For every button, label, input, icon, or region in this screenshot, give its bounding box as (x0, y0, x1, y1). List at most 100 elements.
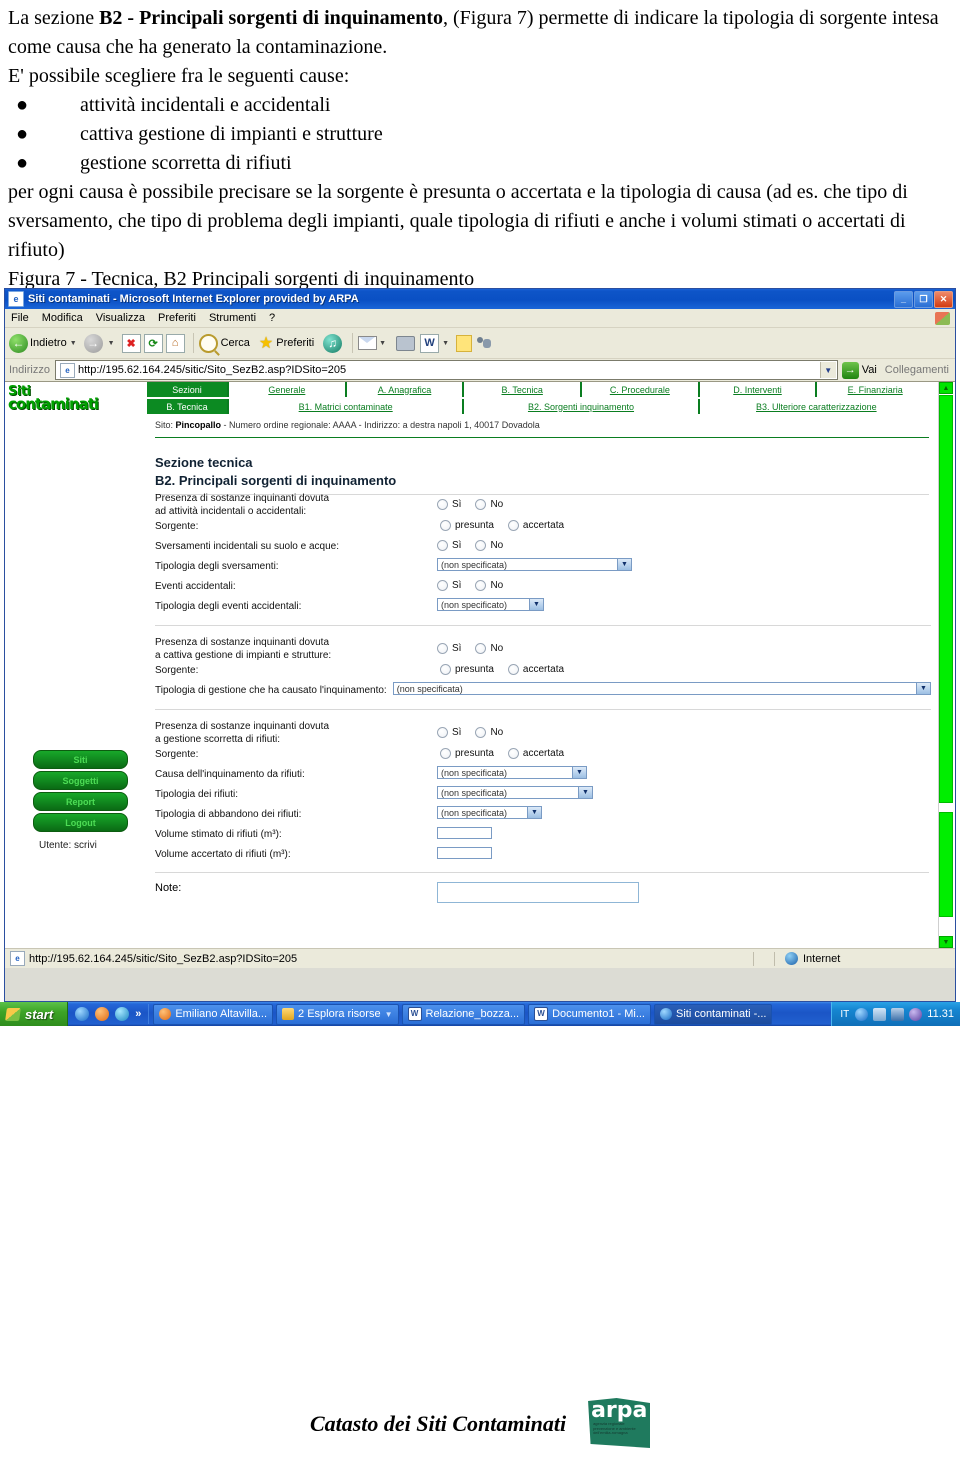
forward-button[interactable]: → (83, 333, 105, 353)
tab-interventi[interactable]: D. Interventi (699, 382, 816, 397)
messenger-icon[interactable] (476, 336, 493, 350)
menu-visualizza[interactable]: Visualizza (96, 312, 145, 324)
tab-b2-sorgenti[interactable]: B2. Sorgenti inquinamento (464, 399, 698, 414)
tray-clock[interactable]: 11.31 (927, 1008, 954, 1020)
select-abandon-type[interactable]: (non specificata) ▼ (437, 806, 542, 819)
refresh-icon[interactable]: ⟳ (143, 333, 163, 353)
scrollbar-thumb[interactable] (939, 395, 953, 803)
taskbar-item-active[interactable]: Siti contaminati -... (653, 1003, 773, 1025)
tray-shield-icon[interactable] (855, 1007, 869, 1021)
minimize-button[interactable]: _ (894, 290, 913, 308)
tab-finanziaria[interactable]: E. Finanziaria (817, 382, 934, 397)
taskbar-group-arrow-icon[interactable]: ▼ (385, 1010, 393, 1019)
select-spill-type[interactable]: (non specificata) ▼ (437, 558, 632, 571)
radio-source1-accertata[interactable] (507, 520, 519, 531)
quick-launch-media-icon[interactable] (115, 1007, 130, 1021)
taskbar-item[interactable]: Emiliano Altavilla... (153, 1003, 274, 1025)
notes-icon[interactable] (456, 334, 473, 352)
quick-launch-ie-icon[interactable] (75, 1007, 90, 1021)
radio-spills-no[interactable] (475, 540, 487, 551)
radio-spills-yes[interactable] (437, 540, 448, 551)
taskbar-item[interactable]: 2 Esplora risorse ▼ (276, 1003, 399, 1025)
radio-source2-presunta[interactable] (440, 664, 451, 675)
home-icon[interactable]: ⌂ (165, 333, 185, 353)
input-volume-ascertained[interactable] (437, 847, 492, 859)
tab-generale[interactable]: Generale (229, 382, 345, 397)
mail-dropdown-icon[interactable]: ▼ (379, 340, 386, 347)
tab-b3-caratterizzazione[interactable]: B3. Ulteriore caratterizzazione (699, 399, 933, 414)
input-note[interactable] (437, 882, 639, 903)
select-waste-type-value: (non specificata) (441, 787, 508, 798)
taskbar-item[interactable]: W Documento1 - Mi... (528, 1003, 651, 1025)
tray-antivirus-icon[interactable] (909, 1007, 923, 1021)
links-label[interactable]: Collegamenti (885, 364, 949, 376)
scroll-down-arrow-icon[interactable]: ▼ (939, 936, 953, 948)
taskbar-item[interactable]: W Relazione_bozza... (401, 1003, 526, 1025)
radio-source3-accertata[interactable] (507, 748, 519, 759)
page-scrollbar[interactable]: ▲ ▼ (938, 382, 953, 948)
select-waste-type[interactable]: (non specificata) ▼ (437, 786, 593, 799)
favorites-button[interactable]: ★ Preferiti (259, 333, 314, 353)
label-presence1-line1: Presenza di sostanze inquinanti dovuta (155, 493, 330, 504)
start-button[interactable]: start (0, 1002, 69, 1026)
close-button[interactable]: ✕ (934, 290, 953, 308)
edit-dropdown-icon[interactable]: ▼ (442, 340, 449, 347)
chevron-down-icon[interactable]: ▼ (529, 599, 543, 610)
back-dropdown-icon[interactable]: ▼ (70, 340, 77, 347)
go-label[interactable]: Vai (862, 364, 877, 376)
radio-presence1-no[interactable] (475, 499, 487, 510)
menu-modifica[interactable]: Modifica (42, 312, 83, 324)
sidebar-item-report[interactable]: Report (33, 792, 128, 811)
chevron-down-icon[interactable]: ▼ (916, 683, 930, 694)
tab-procedurale[interactable]: C. Procedurale (582, 382, 698, 397)
maximize-button[interactable]: ❐ (914, 290, 933, 308)
stop-icon[interactable]: ✖ (121, 333, 141, 353)
radio-source3-presunta[interactable] (440, 748, 451, 759)
menu-preferiti[interactable]: Preferiti (158, 312, 196, 324)
quick-launch-orange-icon[interactable] (95, 1007, 110, 1021)
select-accidental-event-type[interactable]: (non specificato) ▼ (437, 598, 544, 611)
sidebar-item-logout[interactable]: Logout (33, 813, 128, 832)
chevron-down-icon[interactable]: ▼ (578, 787, 592, 798)
sidebar-item-soggetti[interactable]: Soggetti (33, 771, 128, 790)
edit-word-icon[interactable]: W (420, 333, 440, 353)
select-management-type[interactable]: (non specificata) ▼ (392, 682, 931, 695)
chevron-down-icon[interactable]: ▼ (527, 807, 541, 818)
mail-button[interactable]: ▼ (358, 336, 393, 350)
scrollbar-thumb-lower[interactable] (939, 812, 953, 917)
menu-file[interactable]: File (11, 312, 29, 324)
sidebar-item-siti[interactable]: Siti (33, 750, 128, 769)
scroll-up-arrow-icon[interactable]: ▲ (939, 382, 953, 394)
field-row-source2: Sorgente: presunta accertata (155, 662, 931, 682)
tab-b1-matrici[interactable]: B1. Matrici contaminate (229, 399, 463, 414)
tab-tecnica[interactable]: B. Tecnica (464, 382, 581, 397)
tab-anagrafica[interactable]: A. Anagrafica (346, 382, 463, 397)
chevron-down-icon[interactable]: ▼ (617, 559, 631, 570)
radio-source1-presunta[interactable] (440, 520, 451, 531)
address-input[interactable]: e http://195.62.164.245/sitic/Sito_SezB2… (54, 360, 838, 380)
chevron-down-icon[interactable]: ▼ (572, 767, 586, 778)
radio-events-yes[interactable] (437, 580, 448, 591)
radio-presence2-no[interactable] (475, 643, 487, 654)
address-dropdown-icon[interactable]: ▼ (819, 362, 836, 378)
radio-events-no[interactable] (475, 580, 487, 591)
search-button[interactable]: Cerca (198, 333, 250, 353)
tray-volume-icon[interactable] (891, 1007, 905, 1021)
select-waste-cause[interactable]: (non specificata) ▼ (437, 766, 587, 779)
quick-launch-overflow-icon[interactable]: » (135, 1008, 141, 1020)
forward-dropdown-icon[interactable]: ▼ (108, 340, 115, 347)
print-button[interactable] (396, 335, 417, 351)
go-button-icon[interactable]: → (841, 361, 859, 379)
input-volume-estimated[interactable] (437, 827, 492, 839)
radio-presence1-yes[interactable] (437, 499, 448, 510)
language-indicator[interactable]: IT (840, 1009, 849, 1020)
radio-source2-accertata[interactable] (507, 664, 519, 675)
media-button[interactable]: ♫ (323, 333, 344, 353)
radio-presence3-no[interactable] (475, 727, 487, 738)
tray-network-icon[interactable] (873, 1007, 887, 1021)
radio-presence2-yes[interactable] (437, 643, 448, 654)
back-button[interactable]: ← Indietro (9, 333, 67, 353)
menu-help[interactable]: ? (269, 312, 275, 324)
radio-presence3-yes[interactable] (437, 727, 448, 738)
menu-strumenti[interactable]: Strumenti (209, 312, 256, 324)
